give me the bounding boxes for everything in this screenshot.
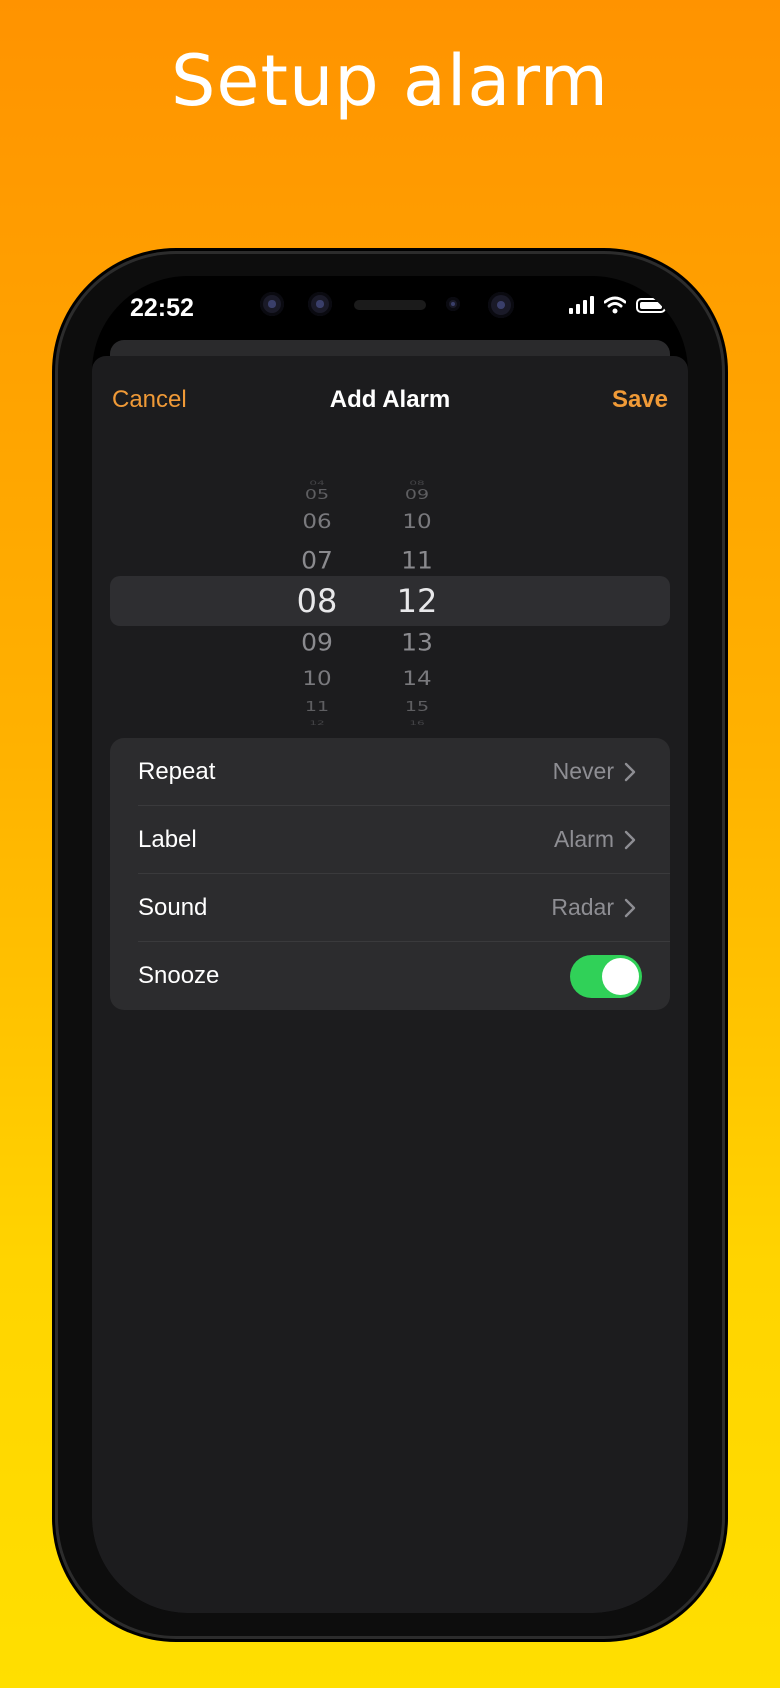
picker-option[interactable]: 11 <box>272 699 362 714</box>
signal-icon <box>569 296 594 314</box>
snooze-row: Snooze <box>110 942 670 1010</box>
picker-option[interactable]: 16 <box>372 720 462 727</box>
wifi-icon <box>604 296 626 314</box>
picker-option[interactable]: 10 <box>372 511 462 533</box>
picker-option[interactable]: 15 <box>372 699 462 714</box>
sound-row[interactable]: Sound Radar <box>110 874 670 942</box>
picker-option[interactable]: 10 <box>272 668 362 690</box>
front-camera-icon <box>260 292 284 316</box>
status-time: 22:52 <box>130 294 194 322</box>
chevron-right-icon <box>624 762 636 782</box>
status-icons <box>569 296 669 314</box>
label-row[interactable]: Label Alarm <box>110 806 670 874</box>
page-headline: Setup alarm <box>171 40 609 122</box>
picker-option[interactable]: 05 <box>272 487 362 502</box>
selected-hour[interactable]: 08 <box>272 582 362 620</box>
picker-option[interactable]: 09 <box>372 487 462 502</box>
picker-option[interactable]: 09 <box>272 629 362 657</box>
repeat-row[interactable]: Repeat Never <box>110 738 670 806</box>
chevron-right-icon <box>624 898 636 918</box>
picker-option[interactable]: 07 <box>272 547 362 575</box>
proximity-sensor-icon <box>446 297 460 311</box>
picker-option[interactable]: 11 <box>372 547 462 575</box>
sound-label: Sound <box>138 894 208 921</box>
cancel-button[interactable]: Cancel <box>112 386 187 414</box>
picker-option[interactable]: 12 <box>272 720 362 727</box>
picker-option[interactable]: 04 <box>272 480 362 487</box>
battery-icon <box>636 297 669 313</box>
picker-option[interactable]: 14 <box>372 668 462 690</box>
picker-option[interactable]: 06 <box>272 511 362 533</box>
label-label: Label <box>138 826 197 853</box>
repeat-value: Never <box>552 758 614 784</box>
repeat-label: Repeat <box>138 758 216 785</box>
chevron-right-icon <box>624 830 636 850</box>
label-value: Alarm <box>553 826 614 852</box>
phone-screen: 22:52 Add Alarm Cancel Save 04 05 06 07 08 09… <box>92 276 688 1613</box>
toggle-knob <box>602 958 639 995</box>
picker-option[interactable]: 08 <box>372 480 462 487</box>
save-button[interactable]: Save <box>612 386 668 414</box>
snooze-toggle[interactable] <box>570 955 642 998</box>
add-alarm-sheet: Add Alarm Cancel Save 04 05 06 07 08 09 10 11 12… <box>92 356 688 1613</box>
face-id-sensor-icon <box>308 292 332 316</box>
earpiece-speaker <box>354 300 426 310</box>
time-picker[interactable]: 04 05 06 07 08 09 10 11 12 08 09 10 11 12 13 14 15 16 <box>92 476 688 727</box>
alarm-settings-list: Repeat Never Label Alarm Sound Radar Sno… <box>110 738 670 1010</box>
camera-lens-icon <box>488 292 514 318</box>
picker-option[interactable]: 13 <box>372 629 462 657</box>
snooze-label: Snooze <box>138 962 220 989</box>
sound-value: Radar <box>551 894 614 920</box>
selected-minute[interactable]: 12 <box>372 582 462 620</box>
